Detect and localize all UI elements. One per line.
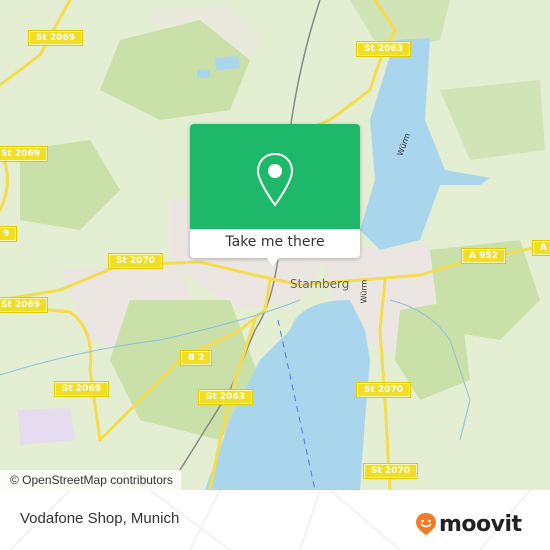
road-label: B 2: [179, 350, 213, 366]
location-popup: Take me there: [190, 124, 360, 266]
road-label: St 2069: [28, 30, 83, 46]
road-label: St 2063: [356, 41, 411, 57]
river-label-wurm: Würm: [359, 279, 369, 304]
map[interactable]: Starnberg Würm Würm St 2069 St 2063 St 2…: [0, 0, 550, 490]
moovit-smiley-pin-icon: [416, 513, 436, 535]
map-pin-icon: [256, 152, 294, 207]
map-attribution[interactable]: © OpenStreetMap contributors: [0, 470, 181, 490]
brand-name: moovit: [439, 511, 522, 537]
place-label-starnberg: Starnberg: [290, 277, 350, 291]
place-title: Vodafone Shop, Munich: [20, 510, 180, 527]
pond: [197, 70, 210, 78]
road-label: St 2070: [108, 253, 163, 269]
popup-pointer: [266, 257, 280, 266]
road-label: St 2070: [356, 382, 411, 398]
moovit-logo[interactable]: moovit: [415, 511, 522, 537]
take-me-there-button[interactable]: Take me there: [190, 229, 360, 258]
road-label: A 952: [461, 248, 506, 264]
road-label: St 2069: [0, 297, 48, 313]
road-label: 9: [0, 226, 18, 242]
road-label: St 2069: [0, 146, 48, 162]
road-label: St 2069: [54, 381, 109, 397]
industrial-area: [18, 408, 75, 445]
road-label: St 2063: [198, 389, 253, 405]
pond: [215, 56, 240, 70]
popup-header: [190, 124, 360, 229]
forest-area: [440, 80, 545, 160]
road-label: A: [532, 240, 550, 256]
road-label: St 2070: [363, 463, 418, 479]
